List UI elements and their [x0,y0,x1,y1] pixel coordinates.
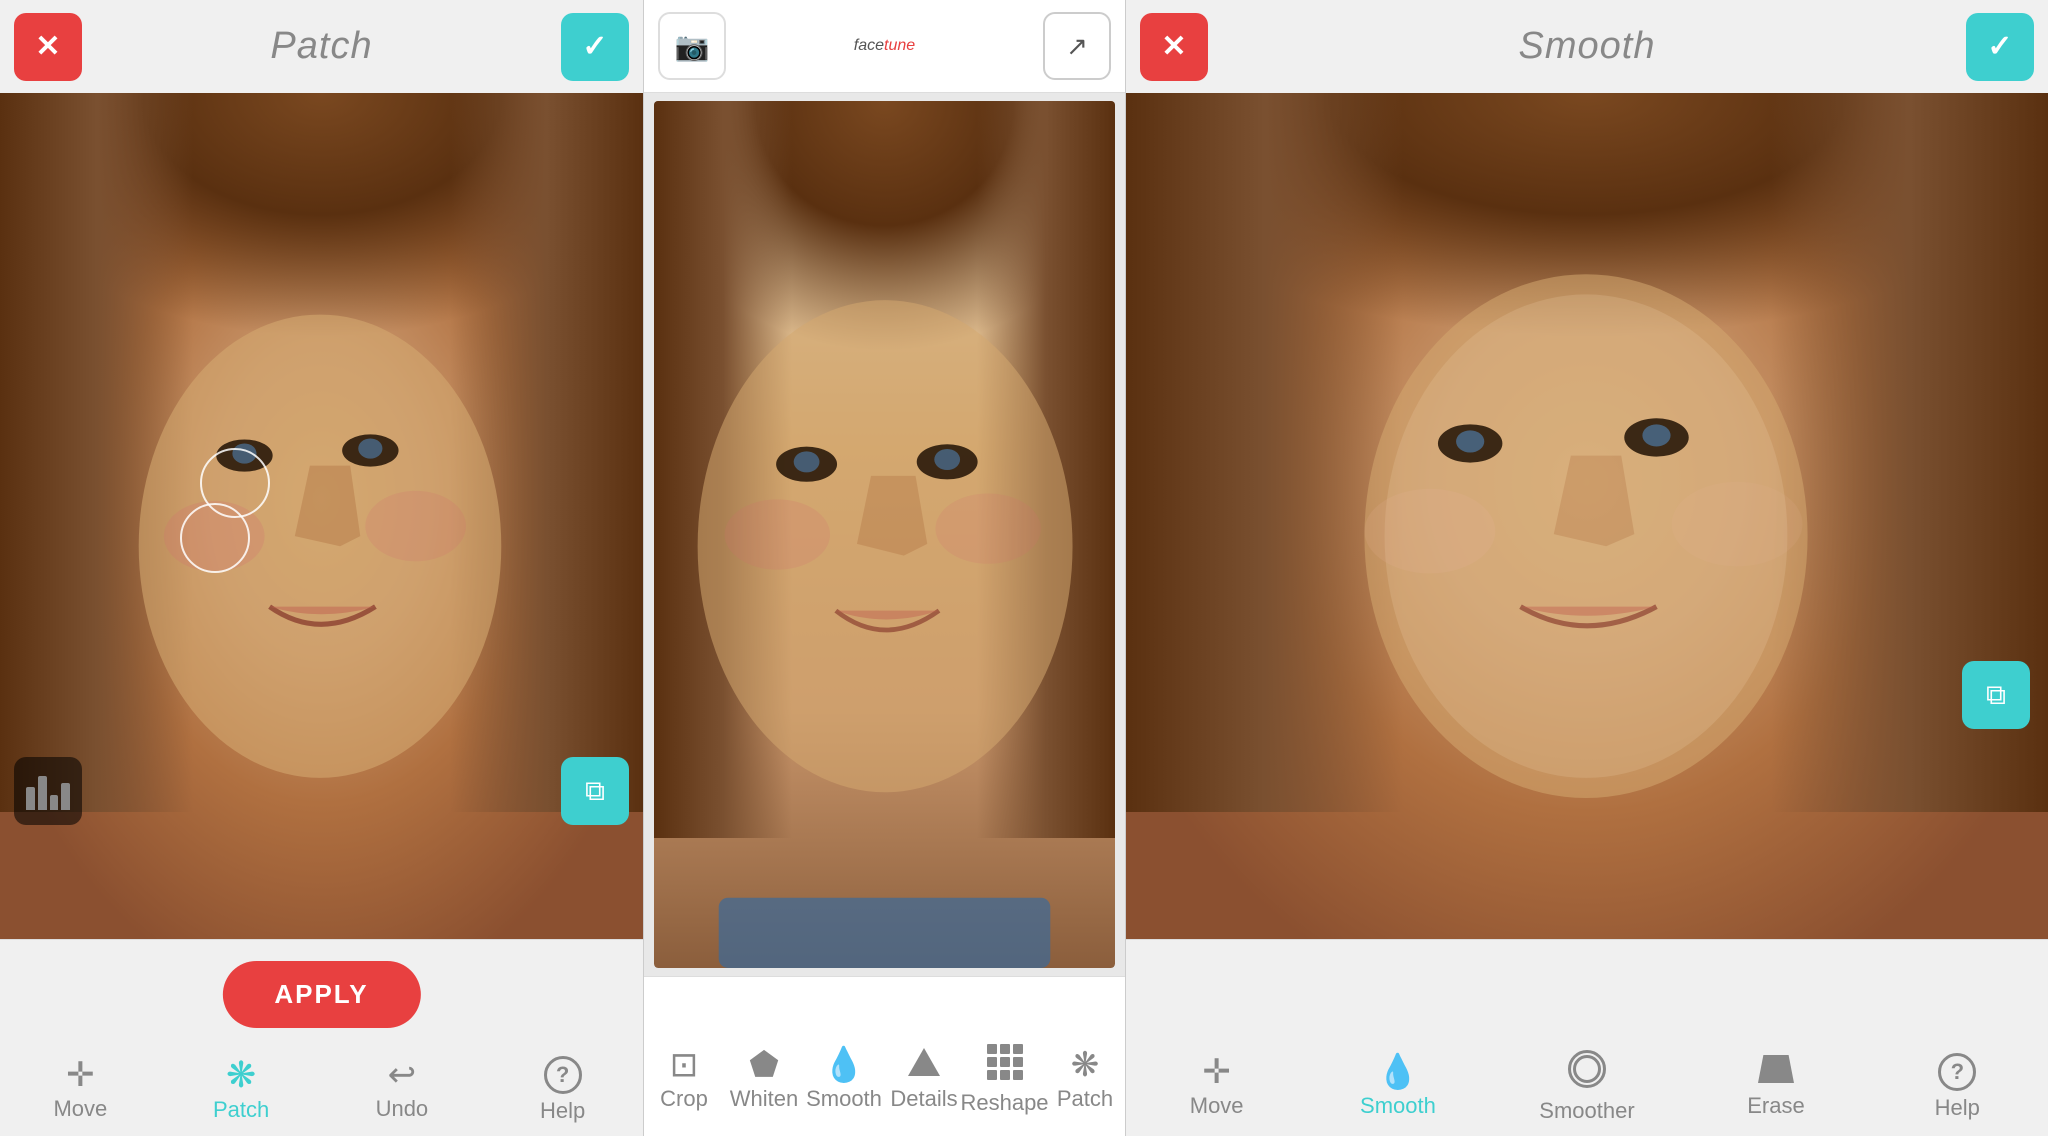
right-bottom-controls: ✛ Move 💧 Smooth Smoother Erase ? Help [1126,939,2048,1136]
center-tool-whiten-label: Whiten [730,1086,798,1112]
right-tool-erase-label: Erase [1747,1093,1804,1119]
center-tool-whiten[interactable]: ⬟ Whiten [724,1048,804,1112]
levels-overlay-button[interactable] [14,757,82,825]
right-header-title: Smooth [1519,25,1656,68]
right-tool-smooth[interactable]: 💧 Smooth [1358,1055,1438,1119]
right-toolbar: ✛ Move 💧 Smooth Smoother Erase ? Help [1126,1042,2048,1124]
right-check-icon: ✓ [1987,29,2012,64]
move-icon: ✛ [66,1058,95,1092]
left-confirm-button[interactable]: ✓ [561,13,629,81]
details-icon [908,1048,940,1076]
left-tool-help-label: Help [540,1098,585,1124]
logo-tune-text: tune [884,37,915,54]
whiten-icon: ⬟ [749,1048,779,1082]
facetune-logo: facetune [854,37,915,55]
share-icon: ↗ [1066,31,1088,62]
left-toolbar: ✛ Move ❋ Patch ↩ Undo ? Help [0,1048,643,1124]
patch-circle-2 [180,503,250,573]
right-x-icon: ✕ [1161,29,1186,64]
apply-button[interactable]: APPLY [222,961,420,1028]
copy-overlay-button[interactable]: ⧉ [561,757,629,825]
right-image-area: ⧉ [1126,93,2048,939]
right-tool-smoother[interactable]: Smoother [1539,1050,1634,1124]
center-tool-details[interactable]: Details [884,1048,964,1112]
left-bottom-controls: APPLY ✛ Move ❋ Patch ↩ Undo ? Help [0,939,643,1136]
right-panel: ✕ Smooth ✓ [1126,0,2048,1136]
right-tool-erase[interactable]: Erase [1736,1055,1816,1119]
crop-icon: ⊡ [670,1048,699,1082]
center-tool-reshape[interactable]: Reshape [964,1044,1045,1116]
camera-icon: 📷 [675,30,710,63]
left-tool-move[interactable]: ✛ Move [40,1058,120,1122]
right-face-photo [1126,93,2048,939]
check-icon: ✓ [582,29,607,64]
center-tool-patch-label: Patch [1057,1086,1113,1112]
center-bottom-controls: ⊡ Crop ⬟ Whiten 💧 Smooth Details [644,976,1125,1136]
x-icon: ✕ [35,29,60,64]
levels-icon [26,772,70,810]
left-tool-undo[interactable]: ↩ Undo [362,1058,442,1122]
help-icon: ? [544,1056,582,1094]
center-tool-patch[interactable]: ❋ Patch [1045,1048,1125,1112]
patch-icon: ❋ [226,1057,256,1093]
right-tool-smooth-label: Smooth [1360,1093,1436,1119]
right-help-icon: ? [1938,1053,1976,1091]
center-tool-reshape-label: Reshape [960,1090,1048,1116]
center-face-photo [654,101,1115,968]
center-tool-details-label: Details [890,1086,957,1112]
center-panel: 📷 facetune ↗ [643,0,1126,1136]
face-svg-left [0,93,643,939]
left-header: ✕ Patch ✓ [0,0,643,93]
left-tool-patch[interactable]: ❋ Patch [201,1057,281,1123]
right-smooth-icon: 💧 [1377,1055,1419,1089]
center-tool-crop[interactable]: ⊡ Crop [644,1048,724,1112]
logo-face-text: face [854,37,884,54]
left-image-area: ⧉ [0,93,643,939]
right-confirm-button[interactable]: ✓ [1966,13,2034,81]
center-toolbar: ⊡ Crop ⬟ Whiten 💧 Smooth Details [644,1028,1125,1124]
right-tool-help-label: Help [1935,1095,1980,1121]
right-tool-move[interactable]: ✛ Move [1177,1055,1257,1119]
right-tool-move-label: Move [1190,1093,1244,1119]
center-image-wrapper [654,101,1115,968]
right-cancel-button[interactable]: ✕ [1140,13,1208,81]
right-copy-icon: ⧉ [1986,679,2006,712]
camera-button[interactable]: 📷 [658,12,726,80]
right-header: ✕ Smooth ✓ [1126,0,2048,93]
smooth-drop-icon: 💧 [823,1048,865,1082]
right-copy-overlay-button[interactable]: ⧉ [1962,661,2030,729]
center-face-svg [654,101,1115,968]
left-face-photo [0,93,643,939]
reshape-icon [987,1044,1023,1080]
center-tool-crop-label: Crop [660,1086,708,1112]
left-header-title: Patch [270,25,372,68]
left-tool-undo-label: Undo [376,1096,429,1122]
share-button[interactable]: ↗ [1043,12,1111,80]
smoother-icon [1568,1050,1606,1088]
left-tool-move-label: Move [53,1096,107,1122]
left-cancel-button[interactable]: ✕ [14,13,82,81]
center-patch-icon: ❋ [1071,1048,1100,1082]
right-face-svg [1126,93,2048,939]
left-tool-patch-label: Patch [213,1097,269,1123]
center-tool-smooth[interactable]: 💧 Smooth [804,1048,884,1112]
copy-icon: ⧉ [585,775,605,808]
right-tool-help[interactable]: ? Help [1917,1053,1997,1121]
left-tool-help[interactable]: ? Help [523,1056,603,1124]
center-header: 📷 facetune ↗ [644,0,1125,93]
center-tool-smooth-label: Smooth [806,1086,882,1112]
undo-icon: ↩ [388,1058,417,1092]
right-tool-smoother-label: Smoother [1539,1098,1634,1124]
right-move-icon: ✛ [1202,1055,1231,1089]
erase-icon [1758,1055,1794,1083]
left-panel: ✕ Patch ✓ [0,0,643,1136]
